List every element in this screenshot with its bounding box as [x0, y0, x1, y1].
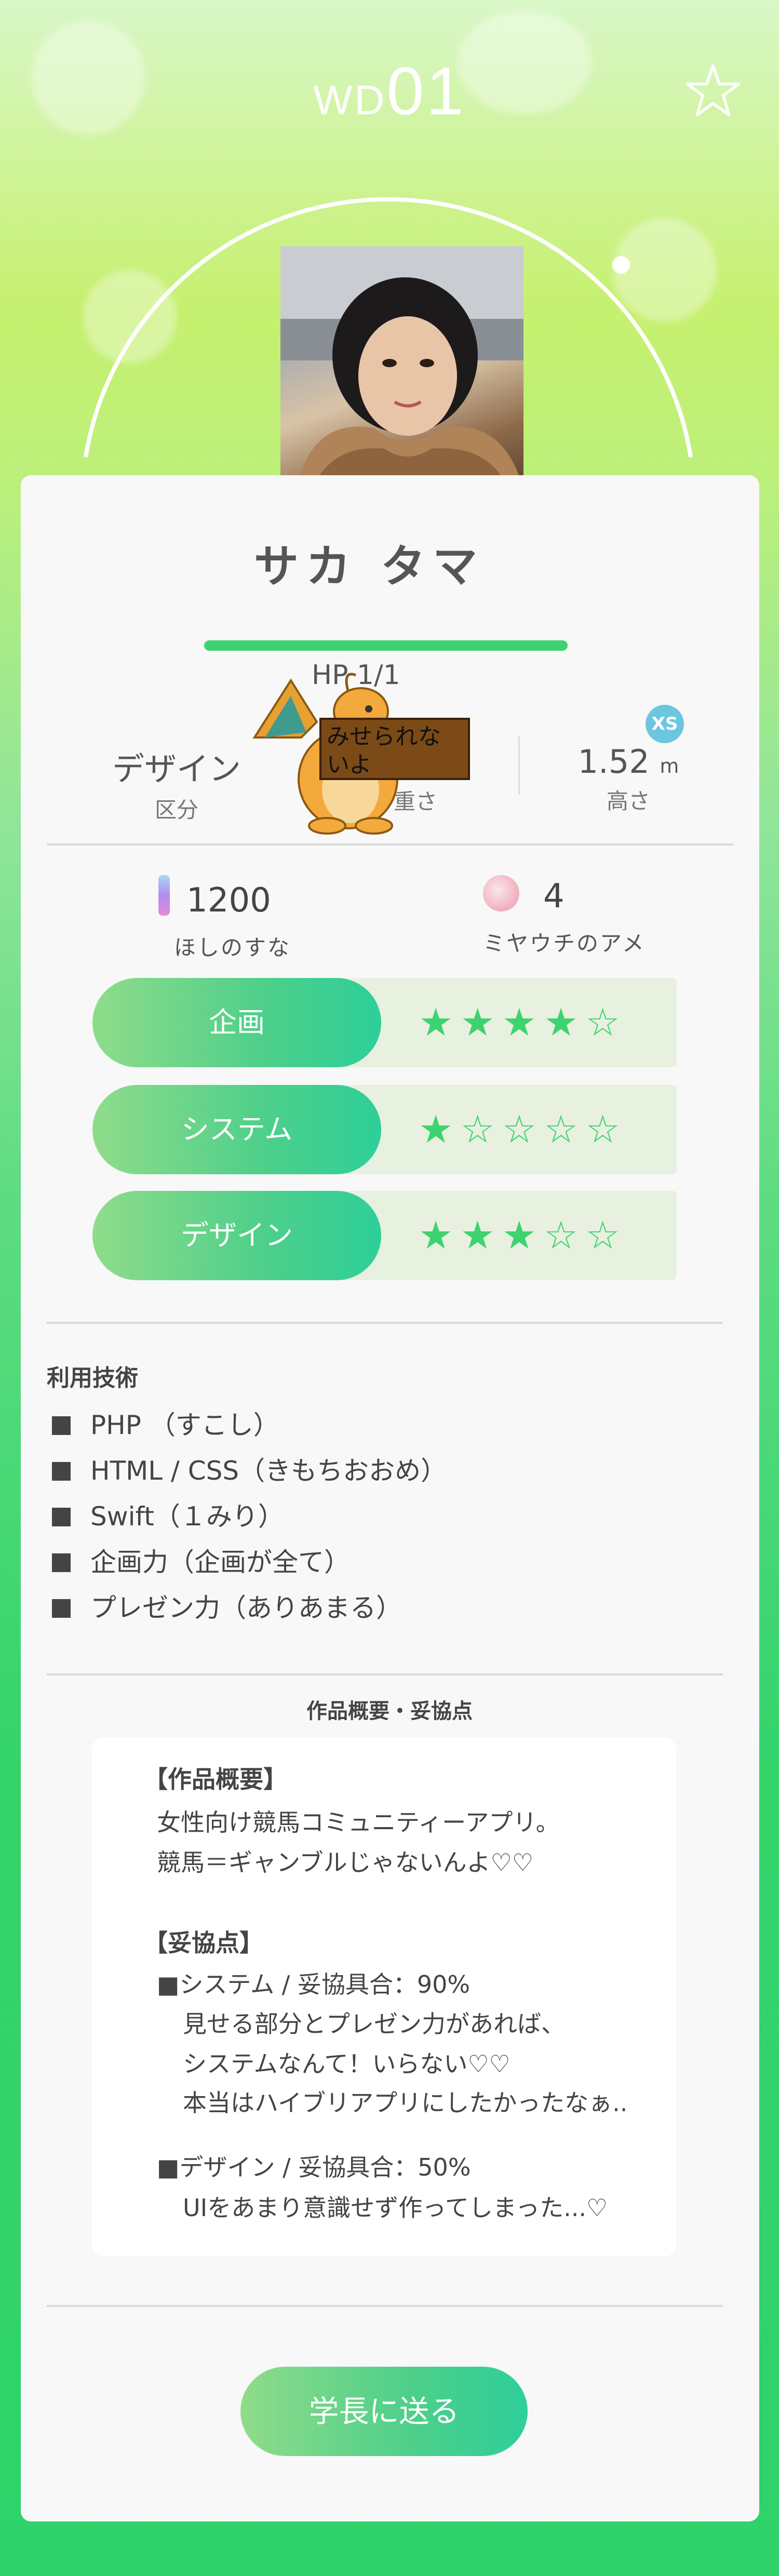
divider [47, 1673, 723, 1675]
summary-line: 見せる部分とプレゼン力があれば、 [183, 2010, 565, 2038]
skill-row-system: システム ★☆☆☆☆ [92, 1085, 677, 1174]
skill-row-planning: 企画 ★★★★☆ [92, 978, 677, 1067]
stat-category-value: デザイン [112, 750, 241, 788]
list-item: PHP （すこし） [52, 1402, 447, 1448]
divider [47, 1322, 723, 1324]
censor-sign: みせられないよ [319, 718, 470, 780]
profile-name: サカ タマ [254, 541, 485, 593]
skill-label: 企画 [92, 978, 381, 1067]
stat-category: デザイン 区分 [93, 743, 260, 824]
hp-bar [204, 640, 568, 651]
stat-height: 1.52 m 高さ [550, 743, 706, 815]
skill-row-design: デザイン ★★★☆☆ [92, 1191, 677, 1280]
skill-stars: ★★★☆☆ [419, 1213, 627, 1258]
candy-label: ミヤウチのアメ [483, 931, 646, 956]
cp-arc-marker [612, 256, 630, 274]
stat-height-label: 高さ [606, 788, 650, 814]
resource-stardust: 1200 ほしのすな [158, 875, 291, 962]
summary-heading: 【作品概要】 [144, 1765, 287, 1793]
tech-title: 利用技術 [47, 1365, 138, 1391]
summary-line: 競馬＝ギャンブルじゃないんよ♡♡ [157, 1848, 534, 1876]
list-item: HTML / CSS（きもちおおめ） [52, 1448, 447, 1494]
stardust-label: ほしのすな [174, 935, 291, 960]
summary-box: 【作品概要】 女性向け競馬コミュニティーアプリ。 競馬＝ギャンブルじゃないんよ♡… [92, 1737, 676, 2257]
skill-label: デザイン [92, 1191, 381, 1280]
compromise-heading: 【妥協点】 [144, 1929, 263, 1957]
skill-stars: ★☆☆☆☆ [419, 1107, 627, 1152]
avatar [280, 246, 523, 489]
summary-line: ■システム / 妥協具合：90% [157, 1970, 471, 1998]
list-item: プレゼン力（ありあまる） [52, 1585, 447, 1631]
summary-line: 本当はハイブリアプリにしたかったなぁ.. [183, 2089, 628, 2117]
stat-divider [518, 736, 520, 795]
skill-stars: ★★★★☆ [419, 1000, 627, 1045]
summary-title: 作品概要・妥協点 [306, 1699, 473, 1723]
divider [47, 2305, 723, 2307]
stardust-value: 1200 [186, 881, 271, 920]
stat-category-label: 区分 [154, 797, 198, 823]
divider [47, 843, 733, 846]
size-badge: XS [646, 705, 684, 743]
summary-line: 女性向け競馬コミュニティーアプリ。 [157, 1808, 560, 1836]
skill-label: システム [92, 1085, 381, 1174]
resource-candy: 4 ミヤウチのアメ [483, 875, 646, 958]
summary-line: UIをあまり意識せず作ってしまった...♡ [183, 2194, 608, 2222]
summary-line: ■デザイン / 妥協具合：50% [157, 2153, 471, 2181]
candy-value: 4 [543, 877, 565, 916]
tech-list: PHP （すこし） HTML / CSS（きもちおおめ） Swift（１みり） … [52, 1402, 447, 1631]
list-item: 企画力（企画が全て） [52, 1539, 447, 1585]
stardust-icon [158, 875, 170, 916]
stat-height-unit: m [660, 755, 679, 777]
stat-height-value: 1.52 [577, 743, 650, 781]
send-to-president-button[interactable]: 学長に送る [240, 2367, 528, 2456]
summary-line: システムなんて！いらない♡♡ [183, 2050, 511, 2078]
list-item: Swift（１みり） [52, 1494, 447, 1539]
candy-icon [483, 875, 519, 911]
